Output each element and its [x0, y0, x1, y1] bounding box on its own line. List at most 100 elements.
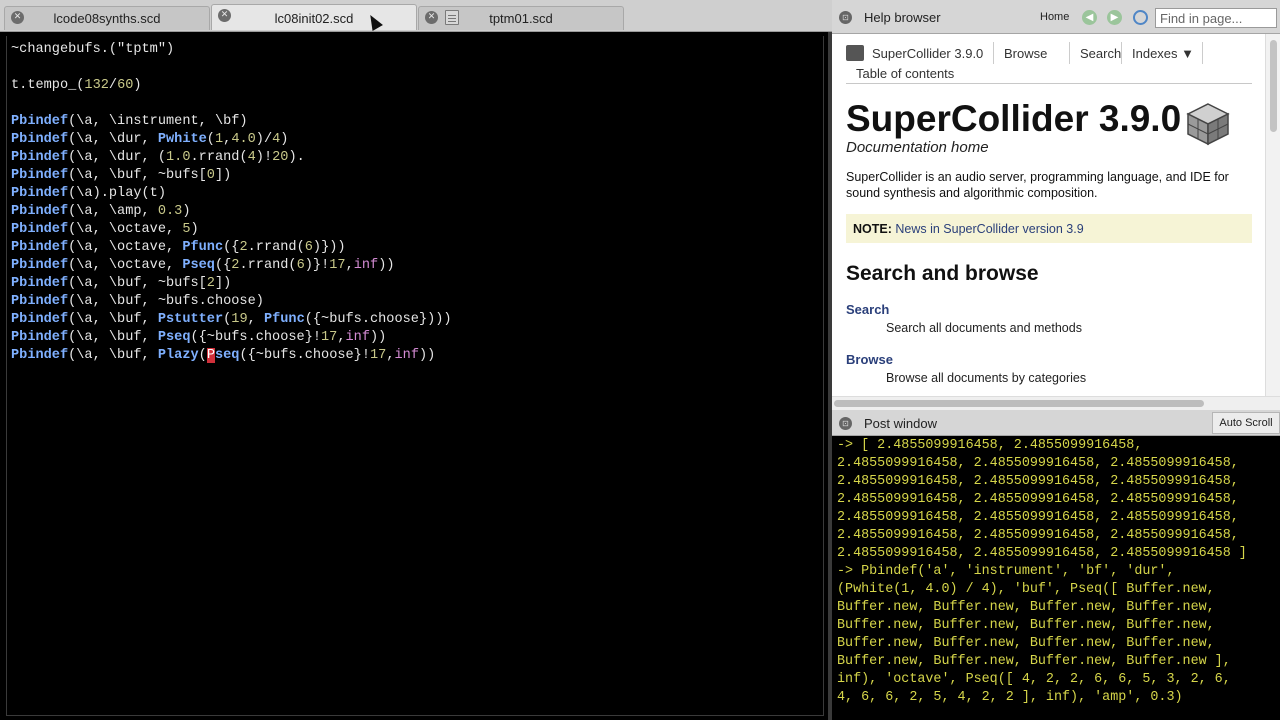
code-token: Pfunc: [263, 312, 305, 327]
code-token: Pbindef: [11, 330, 69, 345]
code-line[interactable]: Pbindef(\a, \buf, Pseq({~bufs.choose}!17…: [11, 329, 819, 347]
code-token: )): [418, 348, 436, 363]
help-vertical-scrollbar[interactable]: [1265, 34, 1280, 396]
code-token: )): [378, 258, 395, 273]
code-token: 2: [206, 276, 215, 291]
tab-lcode08synths[interactable]: ✕ lcode08synths.scd: [4, 6, 210, 30]
code-token: 20: [272, 150, 289, 165]
code-area[interactable]: ~changebufs.("tptm") t.tempo_(132/60) Pbin…: [6, 36, 824, 716]
code-token: )): [370, 330, 387, 345]
news-link[interactable]: News in SuperCollider version 3.9: [895, 222, 1083, 236]
code-token: ~changebufs.("tptm"): [11, 42, 175, 57]
code-token: ).: [288, 150, 305, 165]
code-token: ({: [214, 258, 232, 273]
code-editor[interactable]: ~changebufs.("tptm") t.tempo_(132/60) Pbin…: [0, 32, 832, 720]
code-token: (\a, \buf,: [68, 348, 158, 363]
help-document: SuperCollider 3.9.0 Browse Search Indexe…: [832, 34, 1265, 396]
code-line[interactable]: Pbindef(\a, \buf, ~bufs.choose): [11, 293, 819, 311]
code-token: 4.0: [231, 132, 256, 147]
code-token: Pbindef: [11, 276, 69, 291]
code-line[interactable]: Pbindef(\a, \buf, Plazy(Pseq({~bufs.choo…: [11, 347, 819, 365]
post-output-line: Buffer.new, Buffer.new, Buffer.new, Buff…: [837, 636, 1215, 651]
nav-toc-link[interactable]: Table of contents: [856, 66, 954, 81]
code-token: inf: [353, 258, 379, 273]
post-output-line: Buffer.new, Buffer.new, Buffer.new, Buff…: [837, 600, 1215, 615]
code-line[interactable]: Pbindef(\a, \buf, ~bufs[0]): [11, 167, 819, 185]
code-token: .rrand(: [247, 240, 305, 255]
code-line[interactable]: [11, 95, 819, 113]
code-line[interactable]: Pbindef(\a, \buf, Pstutter(19, Pfunc({~b…: [11, 311, 819, 329]
code-line[interactable]: [11, 59, 819, 77]
code-line[interactable]: Pbindef(\a).play(t): [11, 185, 819, 203]
code-token: (\a, \dur,: [68, 132, 158, 147]
code-token: 5: [182, 222, 191, 237]
code-line[interactable]: t.tempo_(132/60): [11, 77, 819, 95]
code-token: .rrand(: [239, 258, 297, 273]
post-output-line: 2.4855099916458, 2.4855099916458, 2.4855…: [837, 546, 1247, 561]
help-nav-bar: SuperCollider 3.9.0 Browse Search Indexe…: [846, 40, 1252, 84]
code-token: inf: [394, 348, 419, 363]
code-token: Pbindef: [11, 258, 69, 273]
help-note-box: NOTE: News in SuperCollider version 3.9: [846, 214, 1252, 243]
code-token: ({~bufs.choose}!: [239, 348, 370, 363]
help-page-subtitle: Documentation home: [846, 139, 989, 156]
auto-scroll-toggle[interactable]: Auto Scroll: [1212, 412, 1280, 434]
scrollbar-thumb[interactable]: [834, 400, 1204, 407]
code-token: ({~bufs.choose}!: [190, 330, 322, 345]
post-output-line: -> [ 2.4855099916458, 2.4855099916458,: [837, 438, 1143, 453]
code-line[interactable]: ~changebufs.("tptm"): [11, 41, 819, 59]
code-line[interactable]: Pbindef(\a, \amp, 0.3): [11, 203, 819, 221]
search-and-browse-heading: Search and browse: [846, 262, 1039, 285]
code-token: (\a, \buf,: [68, 330, 158, 345]
tab-lc08init02[interactable]: ✕ lc08init02.scd: [211, 4, 417, 30]
code-token: ({: [223, 240, 240, 255]
code-token: ,: [247, 312, 264, 327]
home-button[interactable]: Home: [1040, 11, 1069, 23]
post-window-output[interactable]: -> [ 2.4855099916458, 2.4855099916458, 2.…: [837, 437, 1276, 720]
code-token: (: [206, 132, 215, 147]
code-token: (\a, \buf, ~bufs[: [68, 168, 207, 183]
help-horizontal-scrollbar[interactable]: [832, 396, 1280, 410]
nav-divider: [1121, 42, 1122, 64]
browse-docs-link[interactable]: Browse: [846, 352, 893, 367]
help-version-link[interactable]: SuperCollider 3.9.0: [872, 46, 983, 61]
post-output-line: Buffer.new, Buffer.new, Buffer.new, Buff…: [837, 654, 1231, 669]
code-line[interactable]: Pbindef(\a, \octave, 5): [11, 221, 819, 239]
dock-float-icon[interactable]: ⊡: [839, 11, 852, 24]
code-token: Plazy: [157, 348, 199, 363]
forward-arrow-icon[interactable]: ▶: [1107, 10, 1122, 25]
code-token: Pwhite: [157, 132, 207, 147]
code-line[interactable]: Pbindef(\a, \dur, (1.0.rrand(4)!20).: [11, 149, 819, 167]
tab-label: lcode08synths.scd: [53, 11, 161, 26]
nav-browse-link[interactable]: Browse: [1004, 46, 1047, 61]
code-line[interactable]: Pbindef(\a, \instrument, \bf): [11, 113, 819, 131]
nav-divider: [993, 42, 994, 64]
nav-search-link[interactable]: Search: [1080, 46, 1121, 61]
code-token: ]): [214, 276, 232, 291]
back-arrow-icon[interactable]: ◀: [1082, 10, 1097, 25]
code-token: (\a, \dur, (: [68, 150, 167, 165]
code-token: t.tempo_(: [11, 78, 85, 93]
nav-divider: [1202, 42, 1203, 64]
code-line[interactable]: Pbindef(\a, \buf, ~bufs[2]): [11, 275, 819, 293]
code-line[interactable]: Pbindef(\a, \octave, Pfunc({2.rrand(6)})…: [11, 239, 819, 257]
code-token: 0: [206, 168, 215, 183]
post-output-line: -> Pbindef('a', 'instrument', 'bf', 'dur…: [837, 564, 1175, 579]
scrollbar-thumb[interactable]: [1270, 40, 1277, 132]
dock-float-icon[interactable]: ⊡: [839, 417, 852, 430]
code-token: seq: [214, 348, 240, 363]
nav-indexes-menu[interactable]: Indexes ▼: [1132, 46, 1194, 61]
code-line[interactable]: Pbindef(\a, \dur, Pwhite(1,4.0)/4): [11, 131, 819, 149]
code-token: ): [133, 78, 142, 93]
reload-icon[interactable]: [1133, 10, 1148, 25]
code-token: .rrand(: [190, 150, 248, 165]
find-in-page-input[interactable]: [1155, 8, 1277, 28]
code-line[interactable]: Pbindef(\a, \octave, Pseq({2.rrand(6)}!1…: [11, 257, 819, 275]
tab-tptm01[interactable]: ✕ tptm01.scd: [418, 6, 624, 30]
code-token: 1.0: [166, 150, 191, 165]
code-token: ,: [337, 330, 346, 345]
code-token: Pbindef: [11, 114, 69, 129]
post-window-titlebar: ⊡ Post window Auto Scroll: [832, 410, 1280, 436]
code-token: (\a, \instrument, \bf): [68, 114, 248, 129]
search-docs-link[interactable]: Search: [846, 302, 889, 317]
